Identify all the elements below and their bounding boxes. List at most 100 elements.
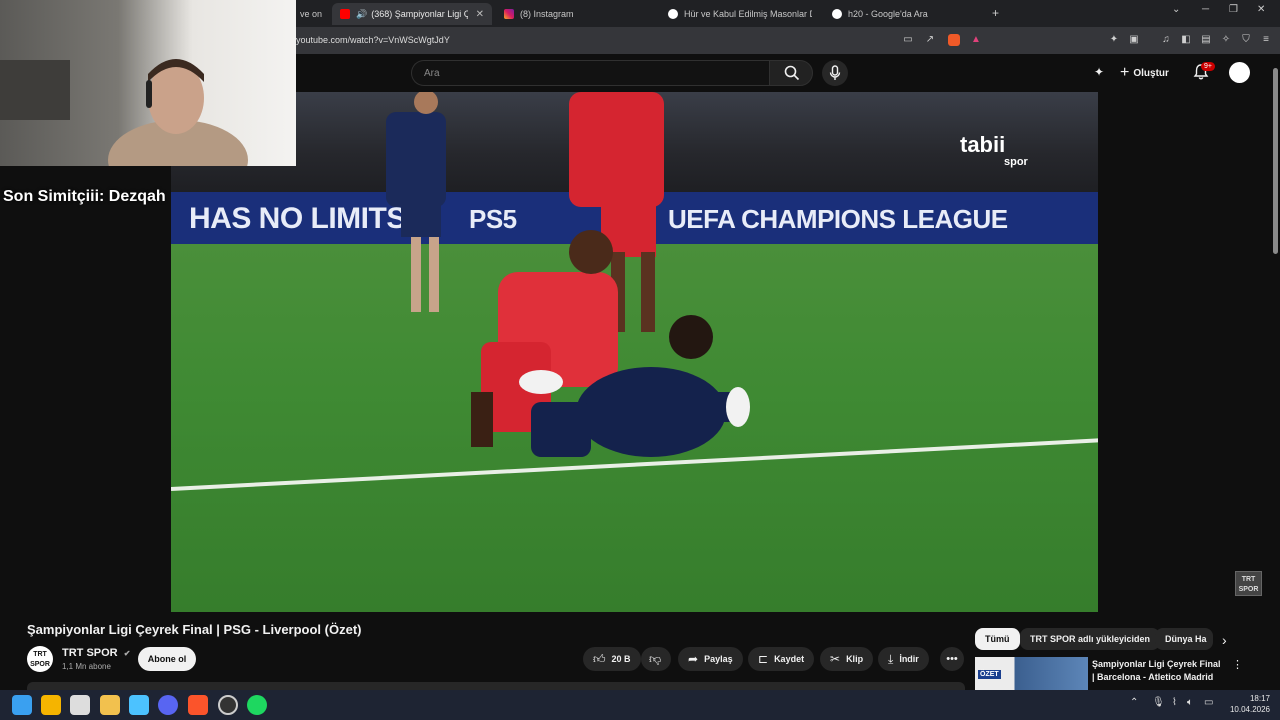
webcam-overlay bbox=[0, 0, 296, 166]
tab-label: h20 - Google'da Ara bbox=[848, 9, 928, 19]
microphone-tray-icon[interactable]: 🎙︎ bbox=[1152, 697, 1165, 708]
share-button[interactable]: ➦ Paylaş bbox=[678, 647, 743, 671]
broadcaster-logo-text: tabii bbox=[960, 132, 1006, 157]
google-favicon-icon bbox=[832, 9, 842, 19]
tab-label: (368) Şampiyonlar Ligi Çeyrek bbox=[371, 9, 468, 19]
media-icon[interactable]: ♫ bbox=[1160, 34, 1172, 46]
trt-spor-watermark: TRT SPOR bbox=[1235, 571, 1262, 596]
volume-icon[interactable]: 🔈︎ bbox=[1187, 697, 1193, 708]
recommendation-menu-icon[interactable]: ⋮ bbox=[1232, 658, 1243, 671]
download-label: İndir bbox=[899, 654, 919, 664]
clip-label: Klip bbox=[846, 654, 864, 664]
subscribe-button[interactable]: Abone ol bbox=[138, 647, 196, 671]
tab-partial[interactable]: ve on bbox=[292, 3, 332, 25]
brave-rewards-icon[interactable]: ▲ bbox=[970, 34, 982, 46]
thumbs-up-icon: 👍︎ bbox=[593, 651, 606, 666]
speaker-icon: 🔊 bbox=[356, 8, 368, 19]
thumbnail-label: ÖZET bbox=[978, 670, 1001, 679]
share-page-icon[interactable]: ↗ bbox=[924, 34, 936, 46]
wallet-icon[interactable]: ▤ bbox=[1200, 34, 1212, 46]
vpn-icon[interactable]: ⛉ bbox=[1240, 34, 1252, 46]
dislike-button[interactable]: 👎︎ bbox=[641, 647, 671, 671]
tab-google-search-2[interactable]: h20 - Google'da Ara bbox=[824, 3, 984, 25]
save-button[interactable]: ⊏ Kaydet bbox=[748, 647, 815, 671]
broadcaster-logo-sub: spor bbox=[1004, 156, 1028, 168]
widgets-icon[interactable] bbox=[41, 695, 61, 715]
brave-browser-icon[interactable] bbox=[188, 695, 208, 715]
store-icon[interactable] bbox=[70, 695, 90, 715]
extensions-icon[interactable]: ✦ bbox=[1108, 34, 1120, 46]
share-label: Paylaş bbox=[704, 654, 733, 664]
players-scene bbox=[386, 92, 750, 457]
tray-chevron-icon[interactable]: ⌃ bbox=[1130, 697, 1138, 708]
broadcaster-logo: tabii spor bbox=[960, 132, 1028, 168]
wifi-icon[interactable]: ⌇ bbox=[1172, 697, 1177, 708]
system-clock[interactable]: 18:17 10.04.2026 bbox=[1226, 693, 1270, 715]
tab-youtube-active[interactable]: 🔊 (368) Şampiyonlar Ligi Çeyrek ✕ bbox=[332, 3, 492, 25]
tab-google-search-1[interactable]: Hür ve Kabul Edilmiş Masonlar Derne bbox=[660, 3, 820, 25]
share-icon: ➦ bbox=[688, 652, 699, 666]
video-player[interactable]: HAS NO LIMITS PS5 UEFA CHAMPIONS LEAGUE bbox=[171, 92, 1098, 612]
google-favicon-icon bbox=[668, 9, 678, 19]
thumbs-down-icon: 👎︎ bbox=[649, 651, 662, 666]
voice-search-button[interactable] bbox=[822, 60, 848, 86]
spotify-icon[interactable] bbox=[247, 695, 267, 715]
scissors-icon: ✂ bbox=[830, 652, 841, 666]
download-button[interactable]: ⤓ İndir bbox=[878, 647, 929, 671]
new-tab-button[interactable]: + bbox=[992, 6, 999, 20]
channel-name-label: TRT SPOR bbox=[62, 647, 118, 659]
plus-icon: + bbox=[1120, 64, 1130, 81]
close-tab-icon[interactable]: ✕ bbox=[476, 9, 484, 20]
windows-start-icon[interactable] bbox=[12, 695, 32, 715]
tab-label: Hür ve Kabul Edilmiş Masonlar Derne bbox=[684, 9, 812, 19]
leo-ai-icon[interactable]: ✧ bbox=[1220, 34, 1232, 46]
create-button[interactable]: + Oluştur bbox=[1120, 63, 1169, 83]
tab-search-chevron-icon[interactable]: ⌄ bbox=[1172, 4, 1180, 15]
video-title: Şampiyonlar Ligi Çeyrek Final | PSG - Li… bbox=[27, 622, 362, 637]
menu-icon[interactable]: ≡ bbox=[1260, 34, 1272, 46]
url-field[interactable]: youtube.com/watch?v=VnWScWgtJdY bbox=[296, 35, 450, 45]
more-actions-button[interactable]: ••• bbox=[940, 647, 964, 671]
account-avatar[interactable] bbox=[1229, 62, 1250, 83]
channel-avatar[interactable]: TRT SPOR bbox=[27, 646, 53, 672]
like-count: 20 B bbox=[611, 654, 631, 664]
screenshot-icon[interactable]: ▣ bbox=[1128, 34, 1140, 46]
chip-all[interactable]: Tümü bbox=[975, 628, 1020, 650]
tab-label: ve on bbox=[300, 9, 323, 19]
clip-button[interactable]: ✂ Klip bbox=[820, 647, 874, 671]
streamer-figure bbox=[0, 59, 248, 166]
like-button[interactable]: 👍︎ 20 B bbox=[583, 647, 641, 671]
save-label: Kaydet bbox=[774, 654, 805, 664]
chat-message-overlay: Son Simitçiii: Dezqah bbox=[3, 188, 166, 205]
instagram-favicon-icon bbox=[504, 9, 514, 19]
description-box[interactable] bbox=[27, 682, 965, 690]
cast-icon[interactable]: ▭ bbox=[902, 34, 914, 46]
chevron-right-icon[interactable]: › bbox=[1222, 632, 1227, 648]
search-placeholder: Ara bbox=[424, 68, 440, 79]
live-studio-icon[interactable]: ✦ bbox=[1094, 65, 1108, 79]
discord-icon[interactable] bbox=[158, 695, 178, 715]
close-window-icon[interactable]: ✕ bbox=[1257, 4, 1265, 15]
scrollbar-thumb[interactable] bbox=[1273, 68, 1278, 254]
sidebar-icon[interactable]: ◧ bbox=[1180, 34, 1192, 46]
brave-shields-icon[interactable] bbox=[948, 34, 960, 46]
tab-instagram[interactable]: (8) Instagram bbox=[496, 3, 656, 25]
search-button[interactable] bbox=[769, 60, 813, 86]
obs-icon[interactable] bbox=[218, 695, 238, 715]
clock-date: 10.04.2026 bbox=[1229, 705, 1270, 714]
notification-badge: 9+ bbox=[1201, 62, 1215, 71]
recommendation-thumbnail[interactable]: ÖZET bbox=[975, 657, 1088, 690]
channel-name[interactable]: TRT SPOR ✔ bbox=[62, 647, 130, 659]
bookmark-icon: ⊏ bbox=[758, 652, 769, 666]
battery-icon[interactable]: ▭ bbox=[1204, 697, 1213, 708]
search-icon bbox=[784, 65, 800, 81]
app-icon[interactable] bbox=[129, 695, 149, 715]
file-explorer-icon[interactable] bbox=[100, 695, 120, 715]
restore-icon[interactable]: ❐ bbox=[1229, 4, 1238, 15]
create-label: Oluştur bbox=[1133, 67, 1169, 79]
minimize-icon[interactable]: ─ bbox=[1202, 4, 1209, 15]
chip-from-uploader[interactable]: TRT SPOR adlı yükleyiciden bbox=[1020, 628, 1161, 650]
subscriber-count: 1,1 Mn abone bbox=[62, 662, 111, 671]
search-input[interactable]: Ara bbox=[411, 60, 770, 86]
chip-world[interactable]: Dünya Ha bbox=[1155, 628, 1213, 650]
